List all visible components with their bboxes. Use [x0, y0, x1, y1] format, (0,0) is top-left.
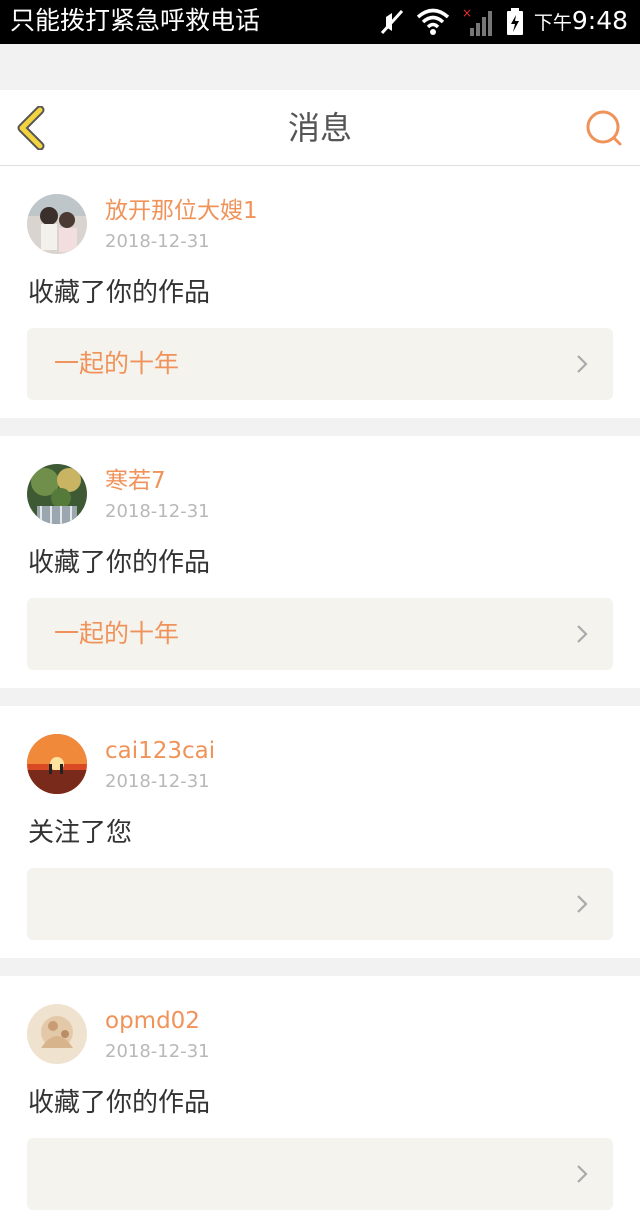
avatar[interactable] — [27, 734, 87, 794]
avatar[interactable] — [27, 194, 87, 254]
clock: 9:48 — [571, 6, 628, 35]
nav-bar: 消息 — [0, 90, 640, 166]
battery-icon — [506, 7, 524, 37]
message-action: 收藏了你的作品 — [28, 548, 211, 578]
message-card: cai123cai 2018-12-31 关注了您 — [0, 706, 640, 958]
svg-text:×: × — [462, 6, 472, 20]
username[interactable]: 寒若7 — [105, 466, 166, 496]
search-button[interactable] — [584, 108, 624, 148]
page-title: 消息 — [287, 109, 352, 147]
message-date: 2018-12-31 — [105, 231, 210, 252]
username[interactable]: cai123cai — [105, 736, 215, 766]
chevron-right-icon — [575, 624, 589, 644]
chevron-right-icon — [575, 894, 589, 914]
message-card: 寒若7 2018-12-31 收藏了你的作品 一起的十年 — [0, 436, 640, 688]
message-date: 2018-12-31 — [105, 501, 210, 522]
work-link[interactable] — [27, 1138, 613, 1210]
avatar[interactable] — [27, 1004, 87, 1064]
username[interactable]: 放开那位大嫂1 — [105, 196, 258, 226]
message-date: 2018-12-31 — [105, 1041, 210, 1062]
message-action: 关注了您 — [28, 818, 133, 848]
message-action: 收藏了你的作品 — [28, 278, 211, 308]
work-link[interactable] — [27, 868, 613, 940]
work-title: 一起的十年 — [54, 619, 180, 648]
message-card: 放开那位大嫂1 2018-12-31 收藏了你的作品 一起的十年 — [0, 166, 640, 418]
work-link[interactable]: 一起的十年 — [27, 598, 613, 670]
status-bar: 只能拨打紧急呼救电话 × 下午9:48 — [0, 0, 640, 44]
chevron-right-icon — [575, 1164, 589, 1184]
chevron-right-icon — [575, 354, 589, 374]
search-icon — [584, 110, 624, 152]
username[interactable]: opmd02 — [105, 1006, 200, 1036]
work-link[interactable]: 一起的十年 — [27, 328, 613, 400]
time-prefix: 下午 — [533, 12, 572, 34]
message-card: opmd02 2018-12-31 收藏了你的作品 — [0, 976, 640, 1228]
work-title: 一起的十年 — [54, 349, 180, 378]
top-spacer — [0, 44, 640, 90]
carrier-text: 只能拨打紧急呼救电话 — [10, 6, 261, 35]
signal-icon: × — [462, 6, 494, 38]
avatar[interactable] — [27, 464, 87, 524]
message-date: 2018-12-31 — [105, 771, 210, 792]
mute-icon — [380, 7, 404, 37]
wifi-icon — [416, 8, 450, 36]
message-action: 收藏了你的作品 — [28, 1088, 211, 1118]
